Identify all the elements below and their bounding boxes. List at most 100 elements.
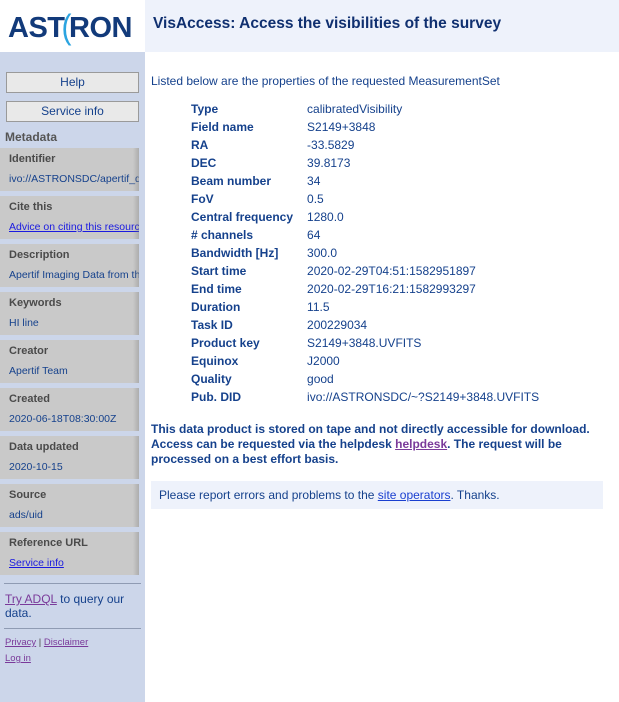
sidebar: Help Service info Metadata Identifier iv… xyxy=(0,52,145,702)
property-key: Field name xyxy=(191,120,254,134)
disclaimer-link[interactable]: Disclaimer xyxy=(44,637,88,648)
property-value: -33.5829 xyxy=(307,138,355,152)
metadata-block-reference-url: Reference URL Service info xyxy=(0,532,139,575)
metadata-value: Apertif Team xyxy=(9,365,68,377)
table-row: End time 2020-02-29T16:21:1582993297 xyxy=(191,282,539,300)
table-row: # channels 64 xyxy=(191,228,539,246)
metadata-label: Keywords xyxy=(9,297,62,309)
adql-prompt: Try ADQL to query our data. xyxy=(5,592,140,620)
table-row: Pub. DID ivo://ASTRONSDC/~?S2149+3848.UVF… xyxy=(191,390,539,408)
property-key: # channels xyxy=(191,228,254,242)
property-key: Central frequency xyxy=(191,210,294,224)
metadata-value: Apertif Imaging Data from the Sci… xyxy=(9,269,139,281)
metadata-label: Source xyxy=(9,489,47,501)
reference-url-link[interactable]: Service info xyxy=(9,557,64,569)
metadata-block-identifier: Identifier ivo://ASTRONSDC/apertif_dr1/q… xyxy=(0,148,139,191)
table-row: Start time 2020-02-29T04:51:1582951897 xyxy=(191,264,539,282)
property-value: J2000 xyxy=(307,354,340,368)
metadata-heading: Metadata xyxy=(5,130,58,144)
property-value: calibratedVisibility xyxy=(307,102,403,116)
report-problems-bar: Please report errors and problems to the… xyxy=(151,481,603,509)
table-row: Product key S2149+3848.UVFITS xyxy=(191,336,539,354)
main-content: Listed below are the properties of the r… xyxy=(145,52,619,702)
page-title: VisAccess: Access the visibilities of th… xyxy=(153,15,502,32)
metadata-value: 2020-06-18T08:30:00Z xyxy=(9,413,117,425)
report-text-part1: Please report errors and problems to the xyxy=(159,488,378,502)
privacy-link[interactable]: Privacy xyxy=(5,637,36,648)
helpdesk-link[interactable]: helpdesk xyxy=(395,437,447,451)
property-value: 11.5 xyxy=(307,300,330,314)
metadata-label: Creator xyxy=(9,345,49,357)
metadata-block-description: Description Apertif Imaging Data from th… xyxy=(0,244,139,287)
table-row: Quality good xyxy=(191,372,539,390)
metadata-value: ads/uid xyxy=(9,509,43,521)
table-row: DEC 39.8173 xyxy=(191,156,539,174)
property-key: FoV xyxy=(191,192,214,206)
metadata-value: 2020-10-15 xyxy=(9,461,63,473)
footer-links: Privacy | Disclaimer xyxy=(5,637,145,648)
table-row: Bandwidth [Hz] 300.0 xyxy=(191,246,539,264)
metadata-value: HI line xyxy=(9,317,39,329)
astron-logo: AST(RON xyxy=(8,8,132,47)
property-value: 2020-02-29T04:51:1582951897 xyxy=(307,264,476,278)
metadata-block-cite-this: Cite this Advice on citing this resource xyxy=(0,196,139,239)
site-operators-link[interactable]: site operators xyxy=(378,488,451,502)
logo-text-before: AST xyxy=(8,12,65,44)
logo-area: AST(RON xyxy=(0,0,145,52)
metadata-block-source: Source ads/uid xyxy=(0,484,139,527)
property-value: 0.5 xyxy=(307,192,324,206)
page-root: AST(RON VisAccess: Access the visibiliti… xyxy=(0,0,619,702)
property-value: S2149+3848 xyxy=(307,120,376,134)
footer-login: Log in xyxy=(5,653,145,664)
property-value: 64 xyxy=(307,228,321,242)
property-value: 200229034 xyxy=(307,318,368,332)
intro-text: Listed below are the properties of the r… xyxy=(151,74,500,88)
footer-separator: | xyxy=(36,637,44,648)
property-key: Task ID xyxy=(191,318,233,332)
metadata-label: Data updated xyxy=(9,441,79,453)
table-row: Central frequency 1280.0 xyxy=(191,210,539,228)
property-key: RA xyxy=(191,138,209,152)
metadata-value: ivo://ASTRONSDC/apertif_dr1/q/… xyxy=(9,173,139,185)
property-key: Bandwidth [Hz] xyxy=(191,246,279,260)
metadata-block-creator: Creator Apertif Team xyxy=(0,340,139,383)
metadata-label: Identifier xyxy=(9,153,56,165)
property-key: DEC xyxy=(191,156,217,170)
metadata-value: Service info xyxy=(9,557,139,569)
help-button[interactable]: Help xyxy=(6,72,139,93)
metadata-block-keywords: Keywords HI line xyxy=(0,292,139,335)
property-value: S2149+3848.UVFITS xyxy=(307,336,422,350)
logo-text-after: RON xyxy=(69,12,132,44)
table-row: FoV 0.5 xyxy=(191,192,539,210)
tape-access-notice: This data product is stored on tape and … xyxy=(151,422,603,467)
cite-this-link[interactable]: Advice on citing this resource xyxy=(9,221,139,233)
property-value: 1280.0 xyxy=(307,210,344,224)
metadata-label: Description xyxy=(9,249,70,261)
property-key: Equinox xyxy=(191,354,239,368)
property-value: 34 xyxy=(307,174,321,188)
log-in-link[interactable]: Log in xyxy=(5,653,31,664)
logo-arc-icon: ( xyxy=(61,8,72,47)
report-text-part2: . Thanks. xyxy=(450,488,500,502)
property-key: Duration xyxy=(191,300,241,314)
table-row: Duration 11.5 xyxy=(191,300,539,318)
service-info-button[interactable]: Service info xyxy=(6,101,139,122)
table-row: Equinox J2000 xyxy=(191,354,539,372)
property-key: Start time xyxy=(191,264,247,278)
property-key: Quality xyxy=(191,372,232,386)
property-key: End time xyxy=(191,282,242,296)
property-value: 300.0 xyxy=(307,246,338,260)
sidebar-divider-top xyxy=(4,583,141,584)
property-key: Type xyxy=(191,102,219,116)
try-adql-link[interactable]: Try ADQL xyxy=(5,592,57,606)
property-value: good xyxy=(307,372,334,386)
properties-table: Type calibratedVisibility Field name S2149… xyxy=(191,102,539,408)
metadata-block-created: Created 2020-06-18T08:30:00Z xyxy=(0,388,139,431)
property-value: 39.8173 xyxy=(307,156,351,170)
metadata-label: Created xyxy=(9,393,50,405)
table-row: Type calibratedVisibility xyxy=(191,102,539,120)
property-value: ivo://ASTRONSDC/~?S2149+3848.UVFITS xyxy=(307,390,540,404)
table-row: RA -33.5829 xyxy=(191,138,539,156)
metadata-value: Advice on citing this resource xyxy=(9,221,139,233)
sidebar-divider-bottom xyxy=(4,628,141,629)
